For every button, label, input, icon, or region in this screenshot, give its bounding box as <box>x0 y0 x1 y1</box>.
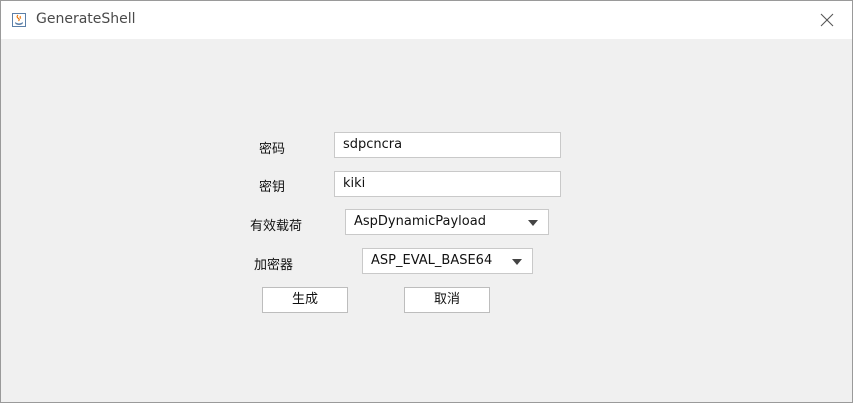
chevron-down-icon[interactable] <box>528 220 538 226</box>
payload-selected-value: AspDynamicPayload <box>354 214 486 229</box>
password-label: 密码 <box>259 142 286 157</box>
password-field[interactable]: sdpcncra <box>334 132 561 158</box>
close-icon[interactable] <box>812 6 842 34</box>
payload-select[interactable]: AspDynamicPayload <box>345 209 549 235</box>
encryptor-selected-value: ASP_EVAL_BASE64 <box>371 253 493 268</box>
key-label: 密钥 <box>259 180 286 195</box>
payload-label: 有效载荷 <box>250 219 303 234</box>
java-cup-icon <box>12 13 26 27</box>
window-title: GenerateShell <box>36 11 136 27</box>
generate-shell-dialog: GenerateShell 密码 sdpcncra 密钥 kiki 有效载荷 A… <box>0 0 853 403</box>
generate-button[interactable]: 生成 <box>262 287 348 313</box>
encryptor-label: 加密器 <box>254 258 294 273</box>
title-bar[interactable]: GenerateShell <box>1 1 852 39</box>
encryptor-select[interactable]: ASP_EVAL_BASE64 <box>362 248 533 274</box>
key-field[interactable]: kiki <box>334 171 561 197</box>
cancel-button[interactable]: 取消 <box>404 287 490 313</box>
chevron-down-icon[interactable] <box>512 259 522 265</box>
